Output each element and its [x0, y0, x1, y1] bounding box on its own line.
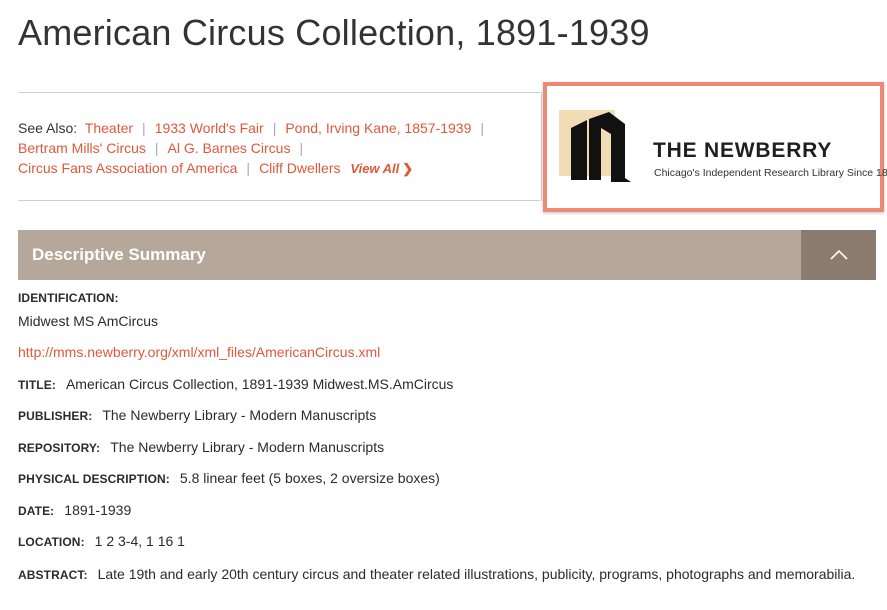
descriptive-summary-header[interactable]: Descriptive Summary: [18, 230, 876, 280]
see-also-section: See Also: Theater | 1933 World's Fair | Pond…: [18, 92, 540, 201]
related-link-cliff-dwellers[interactable]: Cliff Dwellers: [259, 160, 340, 176]
abstract-label: ABSTRACT:: [18, 568, 88, 582]
related-link-worlds-fair[interactable]: 1933 World's Fair: [155, 120, 264, 136]
physical-description-row: PHYSICAL DESCRIPTION: 5.8 linear feet (5 …: [18, 470, 440, 488]
repository-row: REPOSITORY: The Newberry Library - Modern…: [18, 439, 384, 457]
separator: |: [272, 120, 277, 136]
location-row: LOCATION: 1 2 3-4, 1 16 1: [18, 533, 185, 551]
separator: |: [480, 120, 485, 136]
see-also-links: See Also: Theater | 1933 World's Fair | Pond…: [18, 118, 538, 179]
date-row: DATE: 1891-1939: [18, 502, 131, 520]
page-title: American Circus Collection, 1891-1939: [18, 12, 650, 53]
newberry-logo-icon: [559, 110, 631, 182]
publisher-label: PUBLISHER:: [18, 409, 93, 423]
publisher-value: The Newberry Library - Modern Manuscript…: [102, 407, 377, 423]
date-label: DATE:: [18, 504, 55, 518]
physical-description-value: 5.8 linear feet (5 boxes, 2 oversize box…: [179, 470, 440, 486]
newberry-logo-panel[interactable]: THE NEWBERRY Chicago's Independent Resea…: [543, 82, 887, 212]
identification-row: IDENTIFICATION:: [18, 289, 129, 307]
identification-value: Midwest MS AmCircus: [18, 313, 159, 329]
related-link-pond[interactable]: Pond, Irving Kane, 1857-1939: [285, 120, 471, 136]
chevron-up-icon: [829, 249, 848, 260]
related-link-theater[interactable]: Theater: [85, 120, 133, 136]
separator: |: [142, 120, 146, 136]
date-value: 1891-1939: [64, 502, 132, 518]
abstract-row: ABSTRACT: Late 19th and early 20th centur…: [18, 566, 855, 584]
identification-label: IDENTIFICATION:: [18, 291, 119, 305]
collapse-button[interactable]: [801, 230, 876, 280]
repository-label: REPOSITORY:: [18, 441, 101, 455]
chevron-right-icon: ❯: [402, 161, 414, 176]
summary-title: Descriptive Summary: [32, 245, 206, 264]
logo-tagline: Chicago's Independent Research Library S…: [654, 167, 887, 179]
location-label: LOCATION:: [18, 535, 85, 549]
see-also-label: See Also:: [18, 120, 78, 136]
separator: |: [246, 160, 251, 176]
related-link-al-g-barnes[interactable]: Al G. Barnes Circus: [168, 140, 291, 156]
publisher-row: PUBLISHER: The Newberry Library - Modern …: [18, 407, 376, 425]
url-row: http://mms.newberry.org/xml/xml_files/Am…: [18, 344, 380, 362]
divider: [541, 92, 542, 201]
title-label: TITLE:: [18, 378, 56, 392]
location-value: 1 2 3-4, 1 16 1: [94, 533, 185, 549]
repository-value: The Newberry Library - Modern Manuscript…: [110, 439, 385, 455]
view-all-link[interactable]: View All ❯: [350, 161, 413, 176]
xml-url-link[interactable]: http://mms.newberry.org/xml/xml_files/Am…: [18, 344, 380, 360]
related-link-bertram-mills[interactable]: Bertram Mills' Circus: [18, 140, 146, 156]
separator: |: [154, 140, 159, 156]
related-link-circus-fans[interactable]: Circus Fans Association of America: [18, 160, 237, 176]
title-row: TITLE: American Circus Collection, 1891-1…: [18, 376, 453, 394]
abstract-value: Late 19th and early 20th century circus …: [97, 566, 856, 582]
identification-value-row: Midwest MS AmCircus: [18, 313, 158, 331]
title-value: American Circus Collection, 1891-1939 Mi…: [65, 376, 454, 392]
separator: |: [299, 140, 304, 156]
logo-name: THE NEWBERRY: [653, 139, 833, 162]
view-all-label: View All: [350, 161, 400, 176]
physical-description-label: PHYSICAL DESCRIPTION:: [18, 472, 170, 486]
